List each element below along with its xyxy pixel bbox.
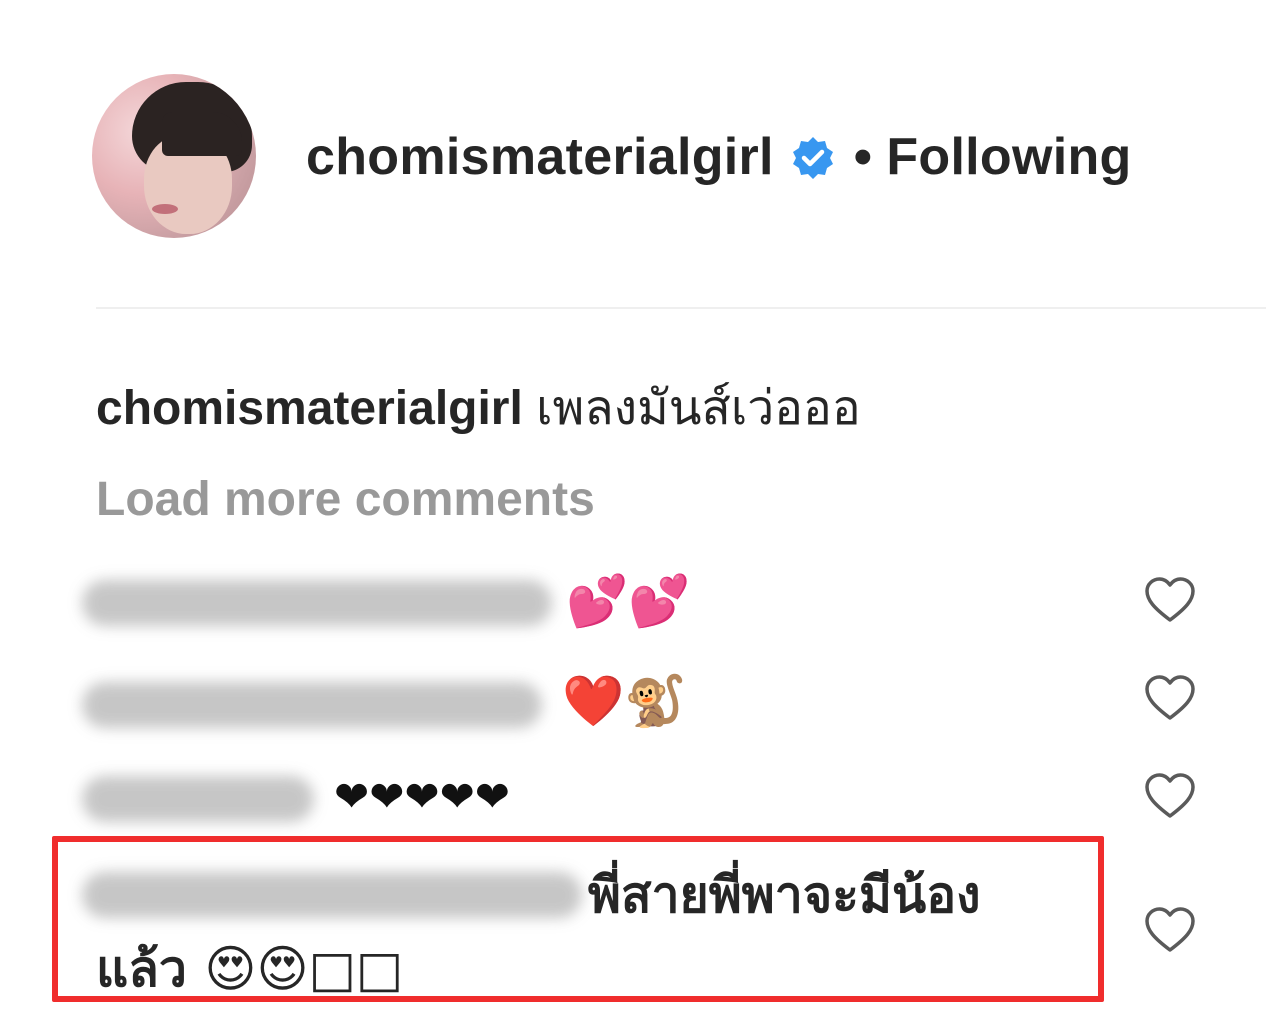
comment-text: ❤️🐒 — [562, 672, 687, 730]
following-button[interactable]: Following — [886, 127, 1131, 187]
comment-row: ❤️🐒 — [0, 668, 1280, 738]
blurred-username — [82, 776, 314, 822]
comment-text: ❤❤❤❤❤ — [334, 772, 510, 821]
blurred-username — [82, 682, 542, 728]
post-caption: chomismaterialgirl เพลงมันส์เว่อออ — [96, 370, 861, 446]
comment-text: 💕💕 — [566, 572, 691, 630]
heart-outline-icon[interactable] — [1144, 576, 1196, 624]
heart-outline-icon[interactable] — [1144, 674, 1196, 722]
verified-badge-icon — [790, 134, 836, 180]
caption-username[interactable]: chomismaterialgirl — [96, 382, 523, 435]
post-header: chomismaterialgirl • Following — [0, 0, 1280, 300]
heart-outline-icon[interactable] — [1144, 772, 1196, 820]
heart-outline-icon[interactable] — [1144, 906, 1196, 954]
caption-text: เพลงมันส์เว่อออ — [536, 382, 861, 435]
header-username[interactable]: chomismaterialgirl — [306, 127, 774, 187]
avatar[interactable] — [92, 74, 256, 238]
header-user-row: chomismaterialgirl • Following — [306, 122, 1132, 192]
divider — [96, 307, 1266, 309]
comment-row: ❤❤❤❤❤ — [0, 766, 1280, 836]
blurred-username — [82, 580, 552, 626]
comment-row: 💕💕 — [0, 570, 1280, 640]
separator-dot: • — [853, 128, 873, 186]
load-more-comments-button[interactable]: Load more comments — [96, 472, 595, 527]
highlight-box — [52, 836, 1104, 1002]
